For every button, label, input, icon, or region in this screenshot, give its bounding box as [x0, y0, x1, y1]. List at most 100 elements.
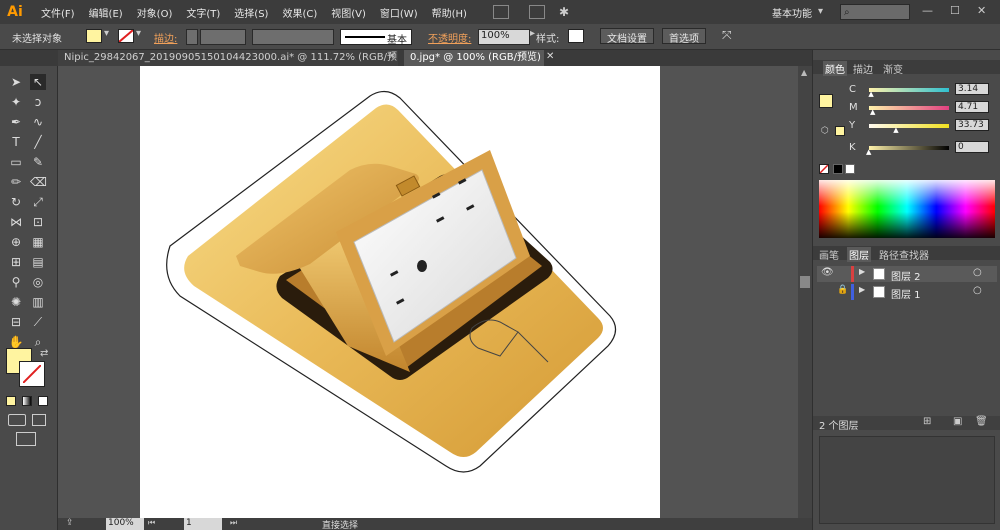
artboard-tool-icon[interactable]: ⊟ [8, 314, 24, 330]
cyan-slider[interactable]: C ▲ 3.14 [849, 83, 997, 98]
channel-value[interactable]: 33.73 [955, 119, 989, 131]
new-layer-icon[interactable]: ▣ [953, 416, 962, 427]
preferences-button[interactable]: 首选项 [662, 28, 706, 45]
column-graph-tool-icon[interactable]: ▥ [30, 294, 46, 310]
color-mode-button[interactable] [6, 396, 16, 406]
menu-edit[interactable]: 编辑(E) [89, 5, 123, 20]
close-button[interactable]: ✕ [977, 4, 986, 17]
magenta-slider[interactable]: M ▲ 4.71 [849, 101, 997, 116]
slider-track[interactable] [869, 88, 949, 92]
black-slider[interactable]: K ▲ 0 [849, 141, 997, 156]
gradient-mode-button[interactable] [22, 396, 32, 406]
tab-gradient[interactable]: 渐变 [883, 61, 903, 76]
channel-value[interactable]: 3.14 [955, 83, 989, 95]
vertical-scrollbar[interactable]: ▲ [798, 66, 812, 518]
opacity-input[interactable]: 100% [478, 29, 530, 45]
gradient-tool-icon[interactable]: ▤ [30, 254, 46, 270]
slider-thumb-icon[interactable]: ▲ [893, 126, 898, 134]
shape-builder-tool-icon[interactable]: ⊕ [8, 234, 24, 250]
maximize-button[interactable]: ☐ [950, 4, 960, 17]
page-input[interactable]: 1 [184, 518, 222, 530]
free-transform-tool-icon[interactable]: ⊡ [30, 214, 46, 230]
draw-inside-icon[interactable] [32, 414, 46, 426]
new-sublayer-icon[interactable]: ⊞ [923, 416, 931, 427]
expand-arrow-icon[interactable]: ▶ [859, 267, 865, 276]
close-icon[interactable]: ✕ [388, 51, 396, 62]
menu-file[interactable]: 文件(F) [41, 5, 75, 20]
stroke-color-box[interactable] [19, 361, 45, 387]
arrange-icon[interactable]: ⤧ [722, 28, 732, 44]
color-spectrum[interactable] [819, 180, 995, 238]
tab-nipic-ai[interactable]: Nipic_29842067_20190905150104423000.ai* … [58, 50, 398, 79]
layer-row[interactable]: 🔒 ▶ 图层 1 ○ [817, 284, 997, 301]
slider-track[interactable] [869, 124, 949, 128]
drawing-mode-icon[interactable] [8, 414, 26, 426]
yellow-slider[interactable]: Y ▲ 33.73 [849, 119, 997, 134]
slider-thumb-icon[interactable]: ▲ [870, 108, 875, 116]
target-icon[interactable]: ○ [973, 285, 982, 296]
slider-track[interactable] [869, 106, 949, 110]
opacity-label[interactable]: 不透明度: [428, 30, 471, 46]
menu-effect[interactable]: 效果(C) [282, 5, 317, 20]
scroll-thumb[interactable] [800, 276, 810, 288]
minimize-button[interactable]: — [922, 4, 933, 17]
menu-object[interactable]: 对象(O) [137, 5, 173, 20]
style-swatch[interactable] [568, 29, 584, 43]
paintbrush-tool-icon[interactable]: ✎ [30, 154, 46, 170]
tab-0-jpg[interactable]: 0.jpg* @ 100% (RGB/预览) [404, 50, 544, 66]
document-setup-button[interactable]: 文档设置 [600, 28, 654, 45]
symbol-sprayer-tool-icon[interactable]: ✺ [8, 294, 24, 310]
scroll-up-icon[interactable]: ▲ [801, 68, 807, 77]
none-mode-button[interactable] [38, 396, 48, 406]
selection-tool-icon[interactable]: ➤ [8, 74, 24, 90]
chevron-down-icon[interactable]: ▾ [104, 28, 109, 44]
menu-window[interactable]: 窗口(W) [380, 5, 418, 20]
layer-row[interactable]: 👁 ▶ 图层 2 ○ [817, 266, 997, 283]
mesh-tool-icon[interactable]: ⊞ [8, 254, 24, 270]
brush-dropdown[interactable]: 基本 [340, 29, 412, 46]
channel-value[interactable]: 4.71 [955, 101, 989, 113]
swap-colors-icon[interactable]: ⇄ [40, 348, 48, 359]
gpu-performance-icon[interactable]: ✱ [559, 5, 569, 19]
stroke-weight-stepper[interactable] [186, 29, 198, 45]
tab-layers[interactable]: 图层 [847, 247, 871, 262]
white-color-swatch[interactable] [845, 164, 855, 174]
layer-name[interactable]: 图层 2 [891, 268, 921, 283]
black-color-swatch[interactable] [833, 164, 843, 174]
menu-view[interactable]: 视图(V) [331, 5, 366, 20]
workspace-switcher[interactable]: 基本功能 [772, 5, 812, 20]
bridge-icon[interactable] [492, 5, 509, 19]
slider-thumb-icon[interactable]: ▲ [868, 90, 873, 98]
menu-select[interactable]: 选择(S) [234, 5, 268, 20]
menu-type[interactable]: 文字(T) [186, 5, 220, 20]
tab-pathfinder[interactable]: 路径查找器 [879, 247, 929, 262]
artboard[interactable] [140, 66, 660, 518]
lasso-tool-icon[interactable]: ↄ [30, 94, 46, 110]
first-page-icon[interactable]: ⏮ [148, 518, 155, 528]
arrange-documents-icon[interactable] [528, 5, 545, 19]
rotate-tool-icon[interactable]: ↻ [8, 194, 24, 210]
width-tool-icon[interactable]: ⋈ [8, 214, 24, 230]
lock-icon[interactable]: 🔒 [837, 285, 848, 295]
curvature-tool-icon[interactable]: ∿ [30, 114, 46, 130]
canvas[interactable] [58, 66, 798, 518]
screen-mode-icon[interactable] [16, 432, 36, 446]
export-icon[interactable]: ⇪ [66, 518, 74, 528]
pen-tool-icon[interactable]: ✒ [8, 114, 24, 130]
menu-help[interactable]: 帮助(H) [432, 5, 467, 20]
chevron-down-icon[interactable]: ▾ [818, 6, 823, 17]
stroke-label[interactable]: 描边: [154, 30, 177, 46]
stroke-swatch[interactable] [118, 29, 134, 43]
eyedropper-tool-icon[interactable]: ⚲ [8, 274, 24, 290]
slice-tool-icon[interactable]: ⟋ [30, 314, 46, 330]
tab-brushes[interactable]: 画笔 [819, 247, 839, 262]
blend-tool-icon[interactable]: ◎ [30, 274, 46, 290]
out-of-gamut-swatch[interactable] [835, 126, 845, 136]
perspective-grid-tool-icon[interactable]: ▦ [30, 234, 46, 250]
direct-selection-tool-icon[interactable]: ↖ [30, 74, 46, 90]
variable-width-dropdown[interactable] [252, 29, 334, 45]
delete-layer-icon[interactable]: 🗑 [975, 416, 988, 427]
eye-icon[interactable]: 👁 [821, 267, 834, 278]
type-tool-icon[interactable]: T [8, 134, 24, 150]
magic-wand-tool-icon[interactable]: ✦ [8, 94, 24, 110]
